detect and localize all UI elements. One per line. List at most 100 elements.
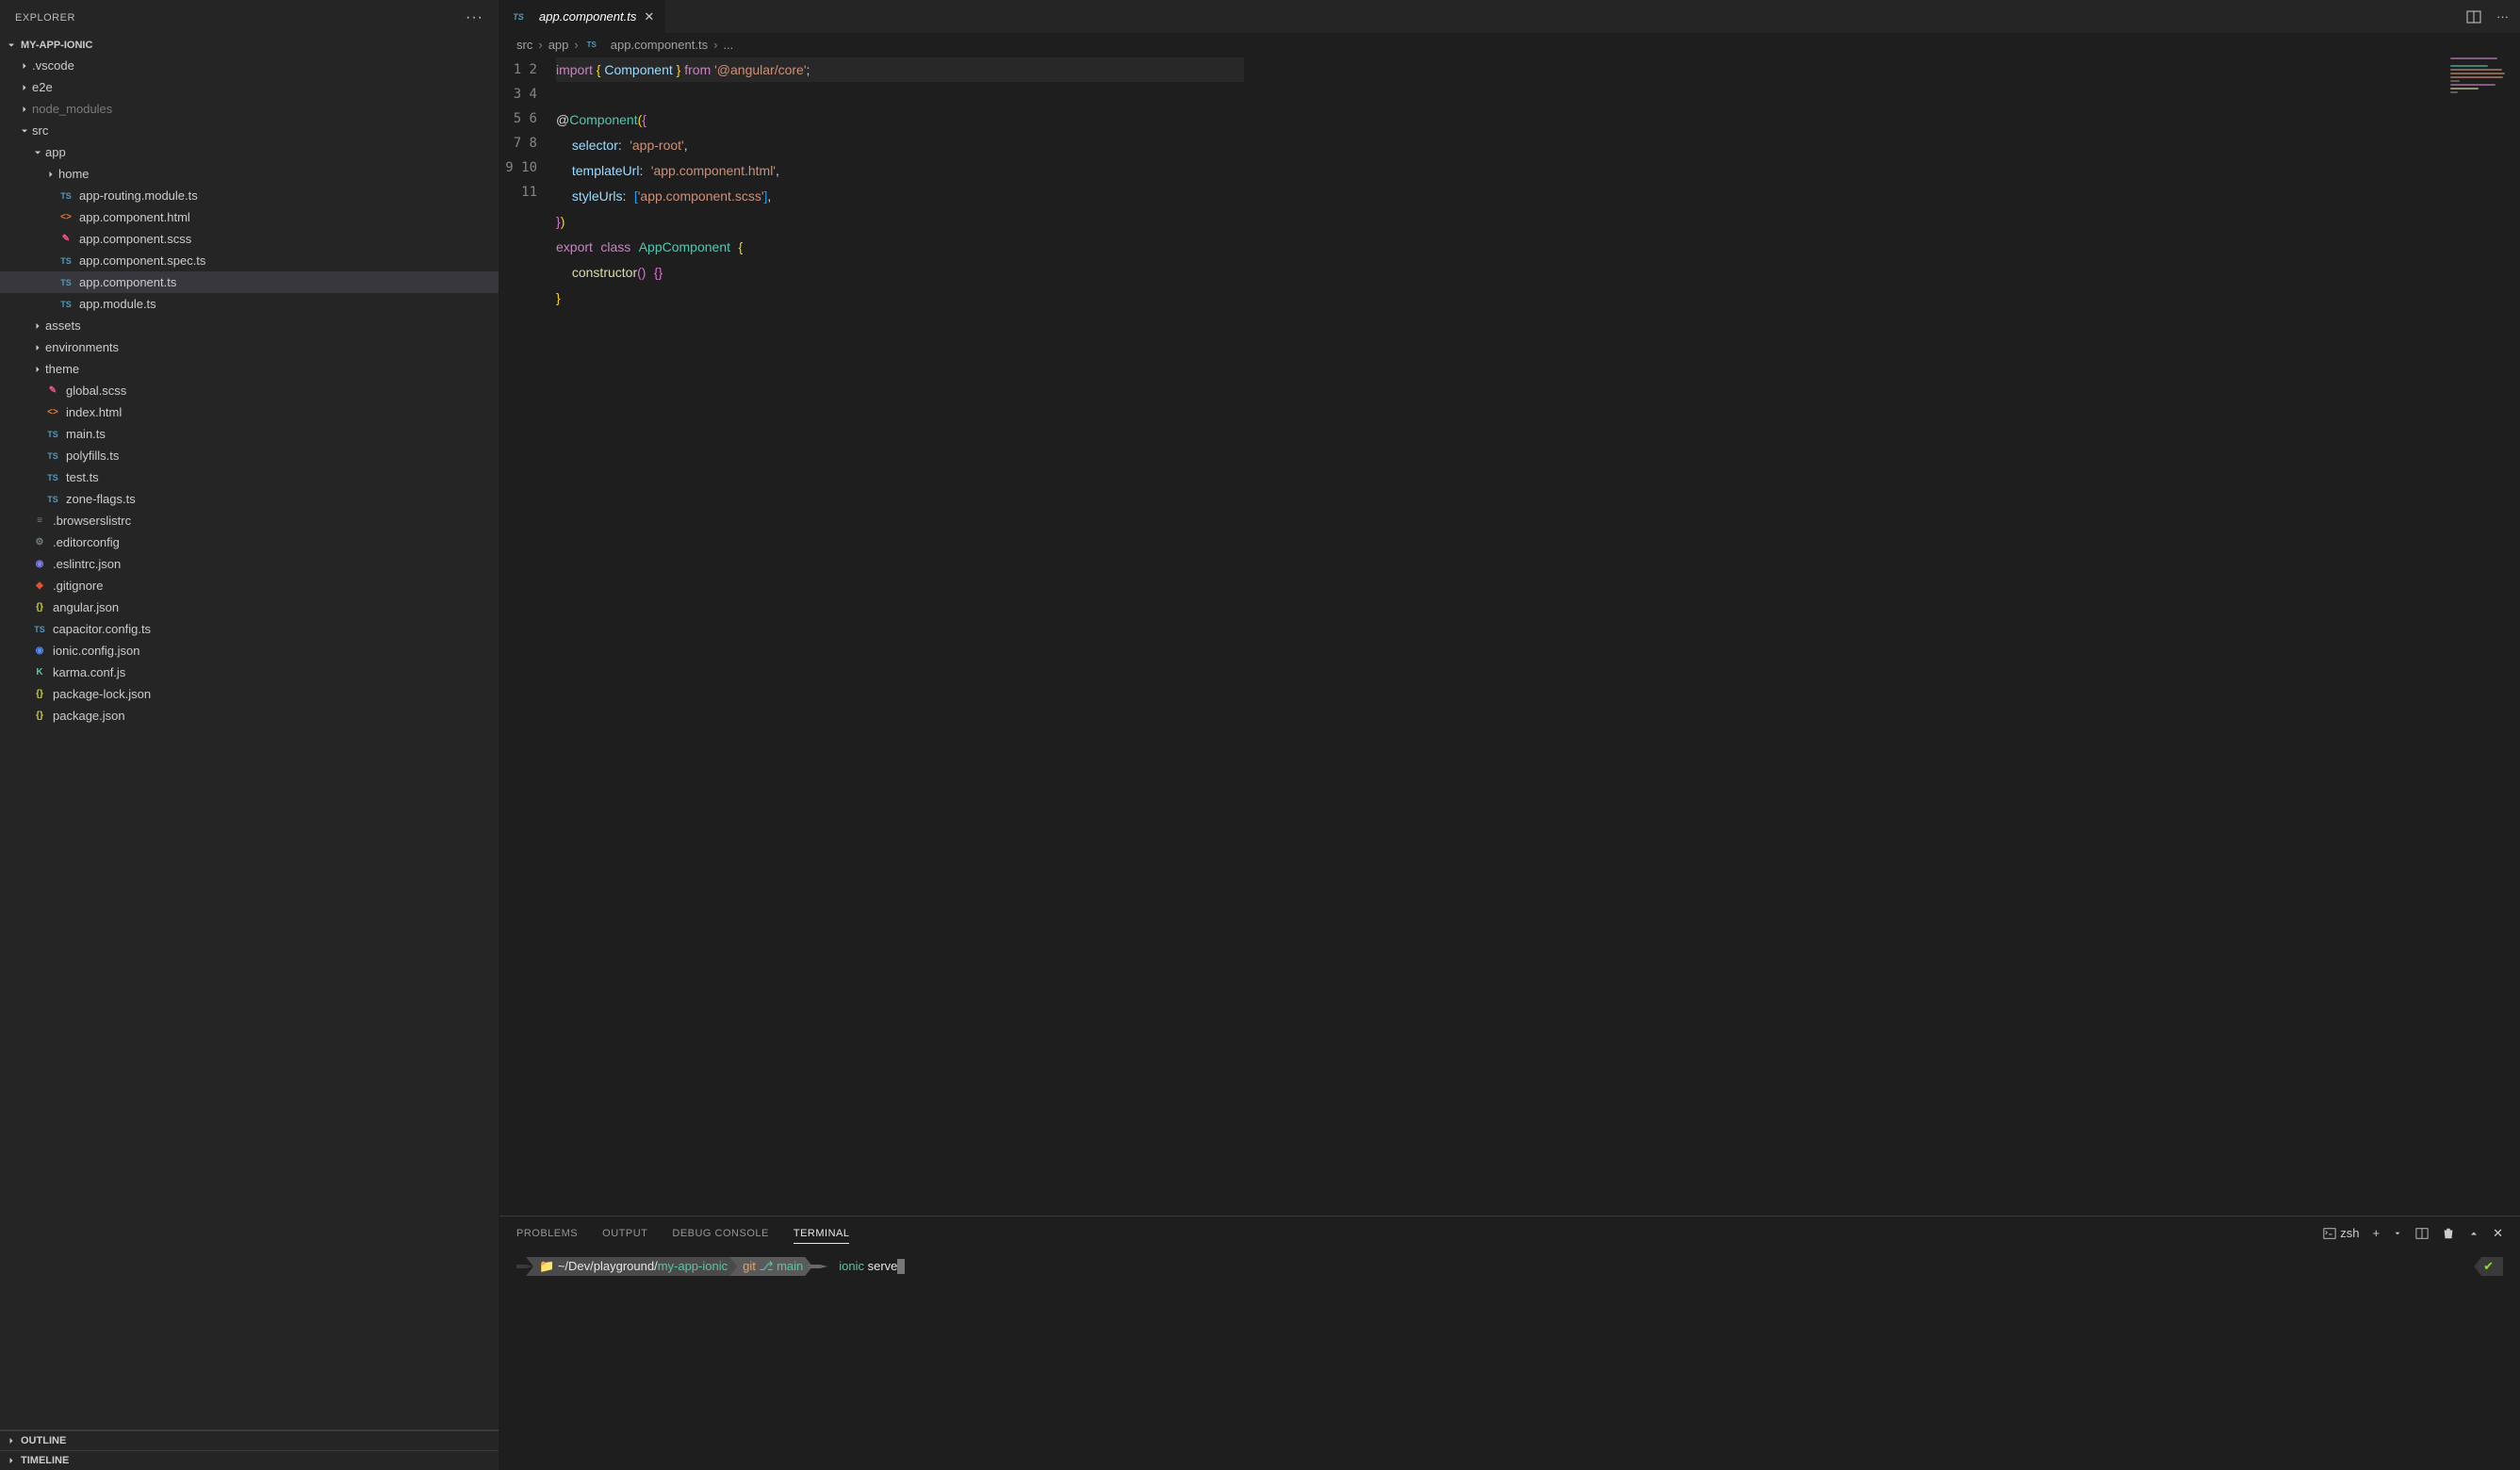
chevron-up-icon[interactable] — [2468, 1228, 2479, 1239]
file-item[interactable]: ✎global.scss — [0, 380, 499, 401]
file-item[interactable]: <>app.component.html — [0, 206, 499, 228]
folder-item[interactable]: e2e — [0, 76, 499, 98]
breadcrumb-item[interactable]: ... — [723, 38, 733, 52]
tree-item-label: src — [32, 123, 48, 138]
file-item[interactable]: TSapp.component.ts — [0, 271, 499, 293]
folder-item[interactable]: node_modules — [0, 98, 499, 120]
tree-item-label: .gitignore — [53, 579, 103, 593]
tree-item-label: angular.json — [53, 600, 119, 614]
explorer-sidebar: EXPLORER ··· MY-APP-IONIC .vscodee2enode… — [0, 0, 499, 1470]
file-item[interactable]: ◉.eslintrc.json — [0, 553, 499, 575]
file-item[interactable]: TSmain.ts — [0, 423, 499, 445]
file-item[interactable]: <>index.html — [0, 401, 499, 423]
split-terminal-icon[interactable] — [2415, 1227, 2429, 1240]
panel-tab-output[interactable]: OUTPUT — [602, 1228, 647, 1239]
folder-item[interactable]: .vscode — [0, 55, 499, 76]
close-panel-icon[interactable]: ✕ — [2493, 1226, 2503, 1241]
tree-item-label: .eslintrc.json — [53, 557, 121, 571]
timeline-section[interactable]: TIMELINE — [0, 1450, 499, 1470]
terminal-dropdown-icon[interactable] — [2393, 1229, 2402, 1238]
chevron-icon — [30, 320, 45, 332]
tabs-bar: TS app.component.ts ✕ ··· — [499, 0, 2520, 33]
file-item[interactable]: {}package.json — [0, 705, 499, 727]
project-header[interactable]: MY-APP-IONIC — [0, 36, 499, 55]
panel-tabs: PROBLEMS OUTPUT DEBUG CONSOLE TERMINAL z… — [499, 1217, 2520, 1250]
folder-item[interactable]: src — [0, 120, 499, 141]
file-item[interactable]: TScapacitor.config.ts — [0, 618, 499, 640]
folder-item[interactable]: environments — [0, 336, 499, 358]
tree-item-label: environments — [45, 340, 119, 354]
chevron-icon — [30, 342, 45, 353]
panel-tab-debug[interactable]: DEBUG CONSOLE — [672, 1228, 768, 1239]
shell-name: zsh — [2340, 1226, 2359, 1240]
line-gutter: 1 2 3 4 5 6 7 8 9 10 11 — [499, 56, 556, 1216]
file-item[interactable]: {}angular.json — [0, 596, 499, 618]
terminal-prompt: 📁 ~/Dev/playground/my-app-ionic git ⎇ ma… — [516, 1257, 827, 1276]
folder-item[interactable]: app — [0, 141, 499, 163]
trash-icon[interactable] — [2442, 1227, 2455, 1240]
breadcrumbs[interactable]: src › app › TS app.component.ts › ... — [499, 33, 2520, 56]
split-editor-icon[interactable] — [2466, 9, 2481, 24]
tree-item-label: app.component.ts — [79, 275, 176, 289]
shell-indicator[interactable]: zsh — [2323, 1226, 2359, 1240]
explorer-more-icon[interactable]: ··· — [466, 9, 483, 26]
apple-icon — [516, 1265, 533, 1268]
chevron-right-icon: › — [538, 38, 542, 52]
chevron-icon — [43, 169, 58, 180]
file-item[interactable]: TSapp.module.ts — [0, 293, 499, 315]
minimap[interactable] — [2450, 57, 2507, 95]
file-item[interactable]: TSapp.component.spec.ts — [0, 250, 499, 271]
tree-item-label: app-routing.module.ts — [79, 188, 198, 203]
tree-item-label: ionic.config.json — [53, 644, 140, 658]
timeline-label: TIMELINE — [21, 1455, 69, 1466]
tree-item-label: package.json — [53, 709, 125, 723]
file-item[interactable]: ⚙.editorconfig — [0, 531, 499, 553]
terminal-body[interactable]: 📁 ~/Dev/playground/my-app-ionic git ⎇ ma… — [499, 1250, 2520, 1470]
new-terminal-icon[interactable]: + — [2373, 1226, 2381, 1240]
cursor — [897, 1259, 905, 1274]
tree-item-label: e2e — [32, 80, 53, 94]
file-item[interactable]: Kkarma.conf.js — [0, 662, 499, 683]
chevron-icon — [17, 125, 32, 137]
ts-icon: TS — [511, 9, 526, 24]
file-item[interactable]: TSapp-routing.module.ts — [0, 185, 499, 206]
chevron-down-icon — [6, 40, 17, 51]
tab-app-component[interactable]: TS app.component.ts ✕ — [499, 0, 665, 33]
tree-item-label: .editorconfig — [53, 535, 120, 549]
prompt-path: 📁 ~/Dev/playground/my-app-ionic — [526, 1257, 737, 1276]
close-icon[interactable]: ✕ — [644, 9, 654, 24]
panel-tab-problems[interactable]: PROBLEMS — [516, 1228, 578, 1239]
code-editor[interactable]: 1 2 3 4 5 6 7 8 9 10 11 import { Compone… — [499, 56, 2520, 1216]
folder-item[interactable]: home — [0, 163, 499, 185]
file-item[interactable]: ◆.gitignore — [0, 575, 499, 596]
tree-item-label: app.component.html — [79, 210, 190, 224]
breadcrumb-item[interactable]: app — [548, 38, 569, 52]
prompt-git: git ⎇ main — [729, 1257, 812, 1276]
file-tree: .vscode e2e node_modulessrc apphomeTSapp-ro… — [0, 55, 499, 1429]
chevron-icon — [17, 60, 32, 72]
outline-label: OUTLINE — [21, 1435, 66, 1446]
file-item[interactable]: ≡.browserslistrc — [0, 510, 499, 531]
tree-item-label: index.html — [66, 405, 122, 419]
tree-item-label: .browserslistrc — [53, 514, 131, 528]
panel-tab-terminal[interactable]: TERMINAL — [794, 1228, 850, 1244]
tree-item-label: global.scss — [66, 384, 126, 398]
file-item[interactable]: ✎app.component.scss — [0, 228, 499, 250]
breadcrumb-item[interactable]: app.component.ts — [611, 38, 708, 52]
folder-item[interactable]: assets — [0, 315, 499, 336]
tree-item-label: karma.conf.js — [53, 665, 125, 679]
chevron-icon — [30, 147, 45, 158]
more-actions-icon[interactable]: ··· — [2496, 9, 2509, 24]
project-name: MY-APP-IONIC — [21, 40, 92, 51]
outline-section[interactable]: OUTLINE — [0, 1430, 499, 1450]
breadcrumb-item[interactable]: src — [516, 38, 532, 52]
file-item[interactable]: {}package-lock.json — [0, 683, 499, 705]
file-item[interactable]: TSpolyfills.ts — [0, 445, 499, 466]
terminal-command: ionic serve — [839, 1259, 905, 1275]
file-item[interactable]: TSzone-flags.ts — [0, 488, 499, 510]
code-content[interactable]: import { Component } from '@angular/core… — [556, 56, 1244, 1216]
tree-item-label: app.component.scss — [79, 232, 191, 246]
file-item[interactable]: ◉ionic.config.json — [0, 640, 499, 662]
file-item[interactable]: TStest.ts — [0, 466, 499, 488]
folder-item[interactable]: theme — [0, 358, 499, 380]
